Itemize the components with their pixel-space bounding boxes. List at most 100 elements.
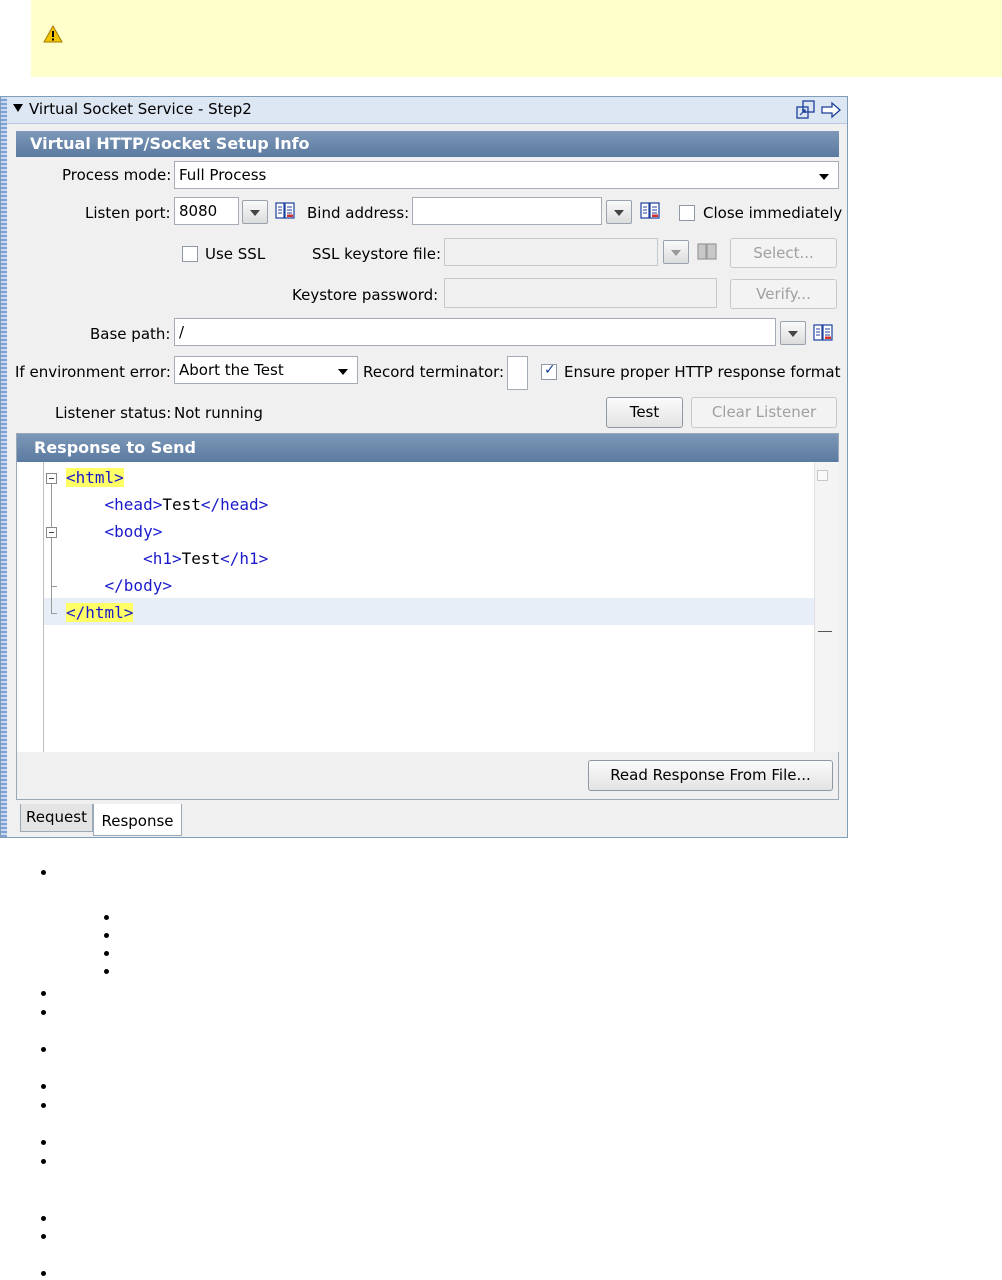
use-ssl-checkbox[interactable]	[182, 246, 198, 262]
close-immediately-checkbox[interactable]	[679, 205, 695, 221]
chevron-down-icon[interactable]	[819, 174, 829, 180]
variable-icon[interactable]	[275, 202, 295, 220]
env-error-label: If environment error:	[15, 363, 171, 381]
listen-port-input[interactable]: 8080	[174, 197, 239, 225]
current-line-highlight	[43, 598, 814, 625]
fold-line	[51, 613, 57, 614]
base-path-input[interactable]: /	[174, 318, 776, 346]
list-bullet	[104, 933, 109, 938]
code-tag: <body>	[104, 522, 163, 541]
list-bullet	[41, 1010, 46, 1015]
warning-banner	[31, 0, 1002, 77]
code-line[interactable]: <head>Test</head>	[66, 495, 269, 514]
variable-icon[interactable]	[813, 324, 833, 342]
env-error-select[interactable]: Abort the Test	[174, 356, 358, 384]
test-button[interactable]: Test	[606, 397, 683, 428]
code-tag: <html>	[66, 468, 124, 487]
list-bullet	[41, 1234, 46, 1239]
list-bullet	[41, 1159, 46, 1164]
listener-status-value: Not running	[174, 404, 263, 422]
list-bullet	[41, 1047, 46, 1052]
listener-status-label: Listener status:	[55, 404, 172, 422]
use-ssl-label: Use SSL	[205, 245, 266, 263]
detach-window-icon[interactable]	[796, 100, 816, 120]
fold-toggle-icon[interactable]	[46, 473, 57, 484]
fold-line	[51, 538, 52, 586]
fold-line	[51, 484, 52, 527]
code-tag: </body>	[104, 576, 172, 595]
keystore-password-input[interactable]	[444, 278, 717, 308]
fold-line	[51, 586, 52, 613]
base-path-label: Base path:	[90, 325, 171, 343]
close-immediately-label: Close immediately	[703, 204, 843, 222]
ssl-keystore-dropdown-button[interactable]	[663, 240, 689, 264]
env-error-value: Abort the Test	[179, 361, 284, 379]
code-line[interactable]: <h1>Test</h1>	[66, 549, 268, 568]
bind-address-dropdown-button[interactable]	[606, 200, 632, 224]
listen-port-value: 8080	[179, 202, 218, 220]
keystore-password-label: Keystore password:	[292, 286, 439, 304]
code-line[interactable]: </body>	[66, 576, 172, 595]
bind-address-label: Bind address:	[307, 204, 410, 222]
process-mode-label: Process mode:	[62, 166, 172, 184]
fold-toggle-icon[interactable]	[46, 527, 57, 538]
list-bullet	[104, 969, 109, 974]
list-bullet	[41, 1216, 46, 1221]
code-line[interactable]: </html>	[66, 603, 134, 622]
window-drag-stripe[interactable]	[1, 97, 7, 837]
verify-button[interactable]: Verify...	[730, 279, 837, 309]
list-bullet	[41, 1084, 46, 1089]
overview-marker	[817, 470, 828, 481]
ssl-keystore-input[interactable]	[444, 238, 658, 266]
code-tag: </h1>	[220, 549, 269, 568]
select-button[interactable]: Select...	[730, 238, 837, 268]
code-tag: </html>	[66, 603, 134, 622]
listen-port-label: Listen port:	[85, 204, 171, 222]
code-tag: <h1>	[143, 549, 182, 568]
window-title: Virtual Socket Service - Step2	[29, 100, 252, 118]
code-text: Test	[162, 495, 201, 514]
forward-arrow-icon[interactable]	[821, 101, 841, 119]
ensure-http-label: Ensure proper HTTP response format	[564, 363, 841, 381]
caret-position-marker	[818, 631, 832, 632]
bind-address-input[interactable]	[412, 197, 602, 225]
list-bullet	[41, 1103, 46, 1108]
code-tag: </head>	[200, 495, 269, 514]
list-bullet	[104, 951, 109, 956]
chevron-down-icon[interactable]	[338, 369, 348, 375]
base-path-dropdown-button[interactable]	[780, 321, 806, 345]
process-mode-value: Full Process	[179, 166, 267, 184]
read-response-button[interactable]: Read Response From File...	[588, 760, 833, 791]
process-mode-select[interactable]: Full Process	[174, 161, 839, 189]
clear-listener-button[interactable]: Clear Listener	[691, 397, 837, 428]
code-line[interactable]: <html>	[66, 468, 124, 487]
warning-icon	[43, 25, 63, 43]
setup-info-heading: Virtual HTTP/Socket Setup Info	[16, 131, 839, 157]
response-heading: Response to Send	[17, 434, 838, 462]
code-tag: <head>	[104, 495, 163, 514]
code-line[interactable]: <body>	[66, 522, 163, 541]
collapse-arrow-icon[interactable]	[13, 104, 23, 112]
list-bullet	[104, 915, 109, 920]
tab-request[interactable]: Request	[20, 804, 93, 832]
record-terminator-input[interactable]	[507, 356, 528, 390]
tab-response[interactable]: Response	[93, 804, 182, 836]
variable-icon[interactable]	[640, 202, 660, 220]
list-bullet	[41, 991, 46, 996]
base-path-value: /	[179, 323, 185, 341]
editor-overview-ruler[interactable]	[814, 462, 839, 752]
list-bullet	[41, 1271, 46, 1276]
fold-gutter	[17, 462, 44, 752]
listen-port-dropdown-button[interactable]	[242, 200, 268, 224]
ensure-http-checkbox[interactable]	[541, 362, 557, 380]
variable-icon[interactable]	[697, 243, 717, 261]
code-text: Test	[181, 549, 221, 568]
ssl-keystore-label: SSL keystore file:	[312, 245, 442, 263]
list-bullet	[41, 1140, 46, 1145]
list-bullet	[41, 870, 46, 875]
record-terminator-label: Record terminator:	[363, 363, 505, 381]
